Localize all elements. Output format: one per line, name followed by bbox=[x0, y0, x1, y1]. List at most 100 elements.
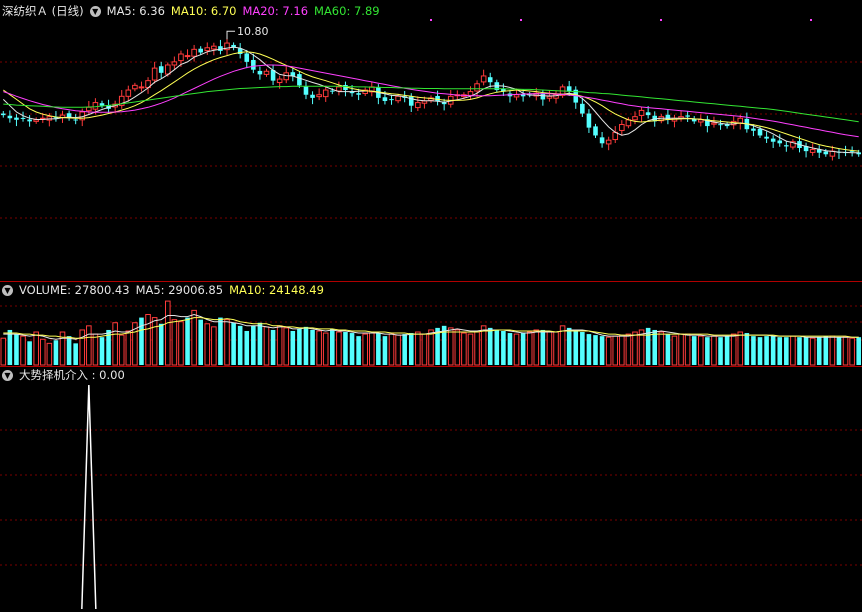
candle-body bbox=[580, 103, 585, 114]
candle-body bbox=[330, 90, 335, 92]
volume-bar bbox=[797, 337, 802, 365]
volume-bar bbox=[678, 333, 684, 366]
volume-bar bbox=[553, 331, 559, 366]
volume-bar bbox=[151, 317, 158, 366]
volume-bar bbox=[263, 326, 270, 366]
volume-bar bbox=[349, 333, 355, 365]
volume-bar bbox=[237, 325, 243, 365]
volume-bar bbox=[415, 331, 421, 366]
volume-bar bbox=[283, 327, 290, 366]
volume-bar bbox=[619, 334, 625, 366]
candle-body bbox=[336, 86, 342, 92]
volume-bar bbox=[356, 336, 361, 365]
candle-body bbox=[251, 59, 256, 70]
volume-bar bbox=[297, 328, 302, 365]
volume-bar bbox=[125, 330, 132, 366]
candle-body bbox=[487, 77, 493, 83]
volume-bar bbox=[705, 337, 710, 365]
ma-line-ma60 bbox=[3, 85, 859, 123]
volume-bar bbox=[612, 335, 619, 366]
chevron-down-icon[interactable]: ▼ bbox=[2, 369, 13, 381]
candle-body bbox=[513, 94, 520, 98]
volume-bar bbox=[856, 337, 861, 365]
candle-body bbox=[7, 115, 13, 119]
ma20-label: MA20: 7.16 bbox=[242, 4, 309, 18]
candle-body bbox=[415, 102, 421, 109]
candle-body bbox=[158, 66, 164, 73]
volume-bar bbox=[99, 337, 105, 365]
volume-bar bbox=[474, 331, 480, 366]
volume-bar bbox=[118, 334, 125, 366]
candle-body bbox=[73, 119, 78, 121]
volume-bar bbox=[79, 329, 86, 366]
candle-body bbox=[697, 119, 704, 123]
volume-bar bbox=[178, 321, 184, 366]
volume-bar bbox=[526, 331, 533, 366]
volume-bar bbox=[605, 336, 612, 366]
candle-body bbox=[395, 95, 401, 102]
volume-bar bbox=[343, 332, 348, 365]
volume-bar bbox=[362, 333, 368, 366]
candle-body bbox=[546, 95, 553, 99]
peak-price-label: 10.80 bbox=[237, 25, 268, 38]
volume-bar bbox=[566, 327, 572, 365]
candle-body bbox=[191, 48, 197, 57]
volume-bar bbox=[573, 329, 579, 365]
candle-body bbox=[599, 137, 605, 144]
volume-bar bbox=[494, 329, 500, 365]
candle-body bbox=[257, 70, 263, 75]
volume-bar bbox=[764, 336, 769, 365]
candle-body bbox=[99, 103, 105, 106]
candle-body bbox=[619, 124, 625, 131]
candle-body bbox=[823, 151, 829, 155]
volume-bar bbox=[310, 329, 315, 365]
candle-body bbox=[263, 70, 270, 75]
volume-bar bbox=[171, 319, 178, 366]
candle-body bbox=[204, 47, 211, 52]
volume-bar bbox=[204, 323, 211, 366]
candle-body bbox=[1, 113, 6, 116]
volume-bar bbox=[145, 313, 151, 366]
candle-body bbox=[86, 106, 92, 112]
volume-bar bbox=[593, 335, 598, 365]
volume-bar bbox=[691, 336, 697, 365]
candle-body bbox=[645, 112, 651, 116]
candle-body bbox=[764, 136, 769, 139]
volume-bar bbox=[454, 329, 461, 366]
volume-bar bbox=[751, 336, 756, 365]
volume-bar bbox=[185, 317, 190, 365]
candle-body bbox=[435, 96, 440, 102]
volume-bar bbox=[218, 317, 223, 365]
volume-bar bbox=[836, 337, 842, 365]
volume-bar bbox=[211, 326, 217, 366]
volume-bar bbox=[112, 322, 118, 366]
candle-body bbox=[46, 116, 53, 121]
candle-body bbox=[724, 124, 730, 127]
candle-body bbox=[685, 115, 690, 117]
candle-body bbox=[184, 55, 191, 58]
volume-ma5-label: MA5: 29006.85 bbox=[135, 283, 224, 297]
volume-bar bbox=[382, 336, 388, 365]
volume-bar bbox=[276, 325, 283, 366]
chevron-down-icon[interactable]: ▼ bbox=[2, 284, 13, 296]
candle-body bbox=[132, 84, 138, 90]
candle-body bbox=[171, 61, 178, 66]
stock-title: 深纺织Ａ (日线) bbox=[2, 4, 84, 18]
volume-bar bbox=[718, 337, 723, 365]
volume-bar bbox=[790, 335, 796, 366]
candle-body bbox=[244, 53, 250, 62]
signal-marker bbox=[660, 19, 662, 21]
stock-chart[interactable]: 10.80 bbox=[0, 0, 862, 612]
volume-bar bbox=[770, 336, 776, 365]
volume-bar bbox=[330, 328, 335, 365]
volume-bar bbox=[784, 337, 789, 365]
candle-body bbox=[467, 91, 474, 96]
volume-bar bbox=[46, 342, 53, 366]
volume-bar bbox=[66, 336, 72, 365]
chevron-down-icon[interactable]: ▼ bbox=[89, 5, 101, 17]
candle-body bbox=[303, 86, 309, 95]
volume-bar bbox=[402, 334, 407, 365]
indicator-spike-line bbox=[81, 384, 97, 610]
volume-bar bbox=[395, 334, 401, 366]
candle-body bbox=[33, 119, 39, 122]
